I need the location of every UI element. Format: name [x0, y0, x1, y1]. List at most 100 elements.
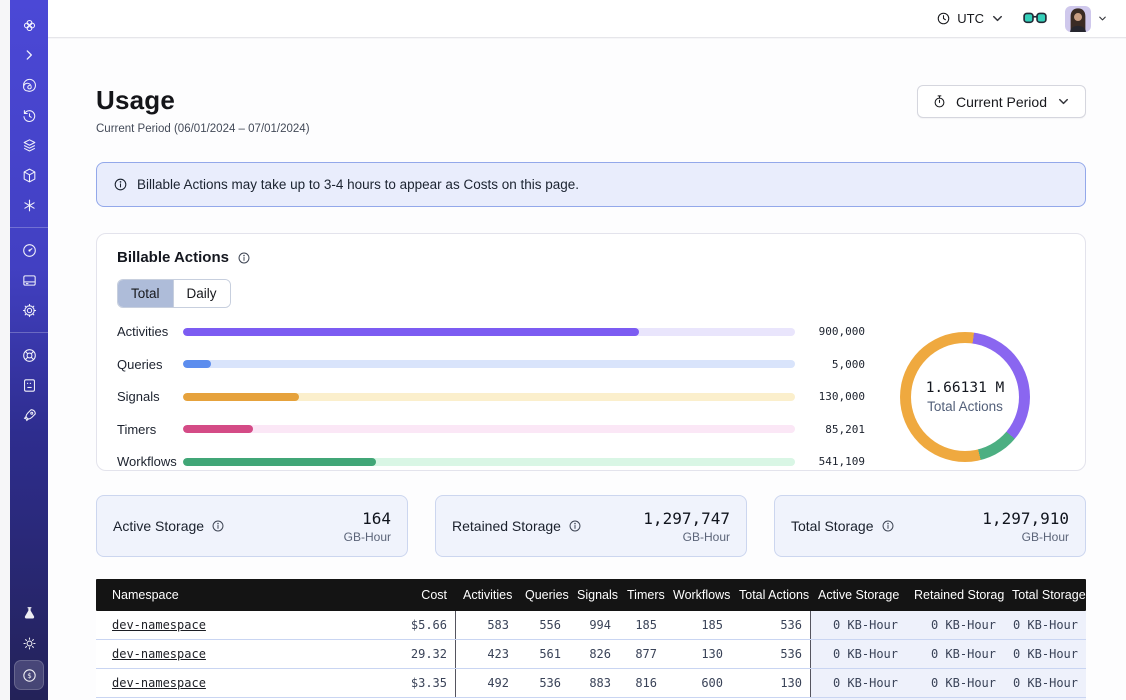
main-content: Usage Current Period (06/01/2024 – 07/01…: [48, 39, 1126, 700]
chevron-down-icon: [990, 11, 1005, 26]
gear-icon[interactable]: [14, 297, 44, 323]
bar-value: 85,201: [795, 423, 865, 436]
namespace-link[interactable]: dev-namespace: [112, 676, 206, 690]
bar-track: [183, 328, 795, 336]
support-lifebuoy-icon[interactable]: [14, 342, 44, 368]
cell-activities: 583: [455, 611, 517, 639]
total-storage-label: Total Storage: [791, 518, 874, 534]
info-icon: [113, 177, 128, 192]
bar-label: Timers: [117, 422, 183, 437]
table-header-row: Namespace Cost Activities Queries Signal…: [96, 579, 1086, 611]
namespaces-spiral-icon[interactable]: [14, 72, 44, 98]
docs-icon[interactable]: [14, 372, 44, 398]
col-header-total-storage: Total Storage: [1004, 579, 1086, 611]
bar-value: 130,000: [795, 390, 865, 403]
cell-timers: 185: [619, 611, 665, 639]
cell-signals: 994: [569, 611, 619, 639]
col-header-activities: Activities: [455, 579, 517, 611]
temporal-logo[interactable]: [14, 12, 44, 38]
retained-storage-label: Retained Storage: [452, 518, 561, 534]
donut-total-label: Total Actions: [927, 399, 1003, 414]
cell-active-storage: 0 KB-Hour: [810, 611, 906, 639]
page-header: Usage Current Period (06/01/2024 – 07/01…: [96, 85, 1086, 135]
tab-daily[interactable]: Daily: [173, 280, 230, 307]
labs-flask-icon[interactable]: [14, 600, 44, 626]
timezone-selector[interactable]: UTC: [936, 11, 1005, 26]
donut-total-value: 1.66131 M: [926, 380, 1005, 396]
current-period-label: Current Period: [956, 94, 1047, 110]
tab-total[interactable]: Total: [118, 280, 173, 307]
cell-queries: 536: [517, 669, 569, 697]
layers-icon[interactable]: [14, 132, 44, 158]
bar-fill: [183, 425, 253, 433]
chevron-down-icon: [1056, 94, 1071, 109]
cell-total-actions: 536: [731, 640, 810, 668]
total-storage-value: 1,297,910: [982, 509, 1069, 528]
table-row: dev-namespace 29.32 423 561 826 877 130 …: [96, 640, 1086, 669]
bar-row-queries: Queries 5,000: [117, 357, 865, 372]
cell-total-storage: 0 KB-Hour: [1004, 640, 1086, 668]
bar-fill: [183, 328, 639, 336]
cell-cost: $3.35: [311, 669, 455, 697]
rocket-icon[interactable]: [14, 402, 44, 428]
bar-label: Workflows: [117, 454, 183, 469]
stopwatch-icon: [932, 94, 947, 109]
namespace-link[interactable]: dev-namespace: [112, 618, 206, 632]
info-icon[interactable]: [881, 519, 895, 533]
history-clock-icon[interactable]: [14, 102, 44, 128]
cell-timers: 877: [619, 640, 665, 668]
cell-total-actions: 536: [731, 611, 810, 639]
cell-queries: 561: [517, 640, 569, 668]
active-storage-card: Active Storage 164 GB-Hour: [96, 495, 408, 557]
theme-sun-icon[interactable]: [14, 630, 44, 656]
retained-storage-value: 1,297,747: [643, 509, 730, 528]
cell-total-actions: 130: [731, 669, 810, 697]
bar-fill: [183, 393, 299, 401]
cell-signals: 883: [569, 669, 619, 697]
cell-total-storage: 0 KB-Hour: [1004, 669, 1086, 697]
col-header-namespace: Namespace: [96, 579, 311, 611]
cell-activities: 423: [455, 640, 517, 668]
usage-dollar-coin-icon[interactable]: $: [14, 660, 44, 690]
bar-label: Activities: [117, 324, 183, 339]
storage-summary-row: Active Storage 164 GB-Hour Retained Stor…: [96, 495, 1086, 557]
expand-sidebar-chevron-right-icon[interactable]: [14, 42, 44, 68]
bar-track: [183, 393, 795, 401]
cube-icon[interactable]: [14, 162, 44, 188]
col-header-timers: Timers: [619, 579, 665, 611]
usage-gauge-icon[interactable]: [14, 237, 44, 263]
cell-active-storage: 0 KB-Hour: [810, 669, 906, 697]
col-header-signals: Signals: [569, 579, 619, 611]
clock-icon: [936, 11, 951, 26]
namespace-link[interactable]: dev-namespace: [112, 647, 206, 661]
svg-text:$: $: [27, 671, 32, 680]
cell-signals: 826: [569, 640, 619, 668]
cell-queries: 556: [517, 611, 569, 639]
bar-row-timers: Timers 85,201: [117, 422, 865, 437]
info-icon[interactable]: [237, 251, 251, 265]
cell-workflows: 600: [665, 669, 731, 697]
account-menu[interactable]: [1065, 6, 1108, 32]
sidebar: $: [10, 0, 48, 700]
cell-retained-storage: 0 KB-Hour: [906, 640, 1004, 668]
usage-page: $ UTC Usage: [0, 0, 1126, 700]
cell-total-storage: 0 KB-Hour: [1004, 611, 1086, 639]
bar-track: [183, 360, 795, 368]
bar-fill: [183, 458, 376, 466]
table-row: dev-namespace $5.66 583 556 994 185 185 …: [96, 611, 1086, 640]
sidebar-divider: [10, 227, 48, 228]
bar-fill: [183, 360, 211, 368]
billing-card-icon[interactable]: [14, 267, 44, 293]
cell-cost: 29.32: [311, 640, 455, 668]
bar-value: 900,000: [795, 325, 865, 338]
col-header-queries: Queries: [517, 579, 569, 611]
info-icon[interactable]: [568, 519, 582, 533]
info-icon[interactable]: [211, 519, 225, 533]
avatar[interactable]: [1065, 6, 1091, 32]
cell-activities: 492: [455, 669, 517, 697]
goggles-icon[interactable]: [1023, 10, 1047, 27]
col-header-cost: Cost: [311, 579, 455, 611]
cell-workflows: 130: [665, 640, 731, 668]
current-period-button[interactable]: Current Period: [917, 85, 1086, 118]
asterisk-icon[interactable]: [14, 192, 44, 218]
